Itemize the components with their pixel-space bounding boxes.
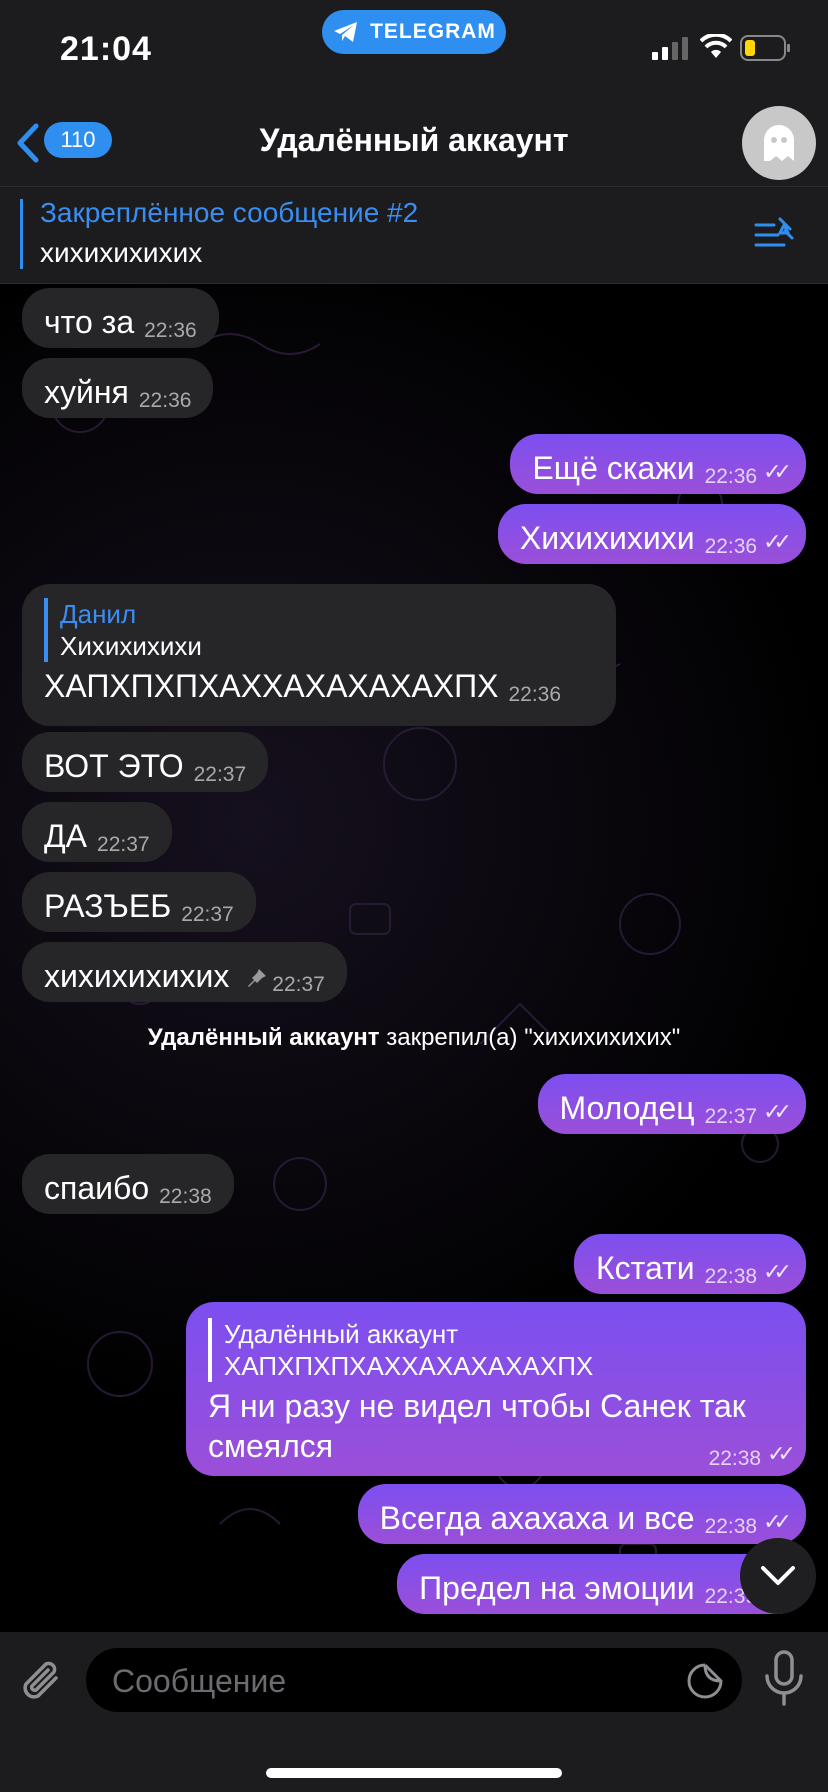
- message-text: хихихихихих: [44, 958, 230, 994]
- message-time: 22:38: [704, 1515, 758, 1538]
- message-text: Всегда ахахаха и все: [379, 1500, 695, 1536]
- telegram-label: TELEGRAM: [370, 20, 496, 43]
- message-incoming-pinned[interactable]: хихихихихих 22:37: [22, 942, 347, 1002]
- read-ticks-icon: ✓✓: [763, 1509, 792, 1534]
- scroll-to-bottom-button[interactable]: [740, 1538, 816, 1614]
- pinned-list-icon[interactable]: [754, 215, 796, 251]
- message-incoming[interactable]: что за 22:36: [22, 288, 219, 348]
- service-message: Удалённый аккаунт закрепил(а) "хихихихих…: [0, 1024, 828, 1052]
- message-composer: [0, 1632, 828, 1792]
- read-ticks-icon: ✓✓: [763, 1099, 792, 1124]
- message-text: Кстати: [596, 1250, 695, 1286]
- read-ticks-icon: ✓✓: [763, 529, 792, 554]
- message-time: 22:37: [704, 1105, 758, 1128]
- message-text: ДА: [44, 818, 88, 854]
- message-time: 22:36: [144, 319, 197, 342]
- read-ticks-icon: ✓✓: [763, 1259, 792, 1284]
- message-time: 22:36: [704, 465, 758, 488]
- pinned-message-bar[interactable]: Закреплённое сообщение #2 хихихихихих: [0, 186, 828, 284]
- reply-quote[interactable]: Удалённый аккаунт ХАПХПХПХАХХАХАХАХАХПХ: [208, 1318, 788, 1382]
- message-text: РАЗЪЕБ: [44, 888, 172, 924]
- message-text: что за: [44, 304, 135, 340]
- message-outgoing[interactable]: Всегда ахахаха и все 22:38 ✓✓: [357, 1484, 806, 1544]
- message-time: 22:37: [181, 903, 234, 926]
- wifi-icon: [700, 34, 732, 58]
- message-time: 22:36: [508, 683, 562, 706]
- battery-icon: [740, 35, 790, 61]
- message-text: ВОТ ЭТО: [44, 748, 184, 784]
- back-button-unread-badge[interactable]: 110: [44, 122, 112, 158]
- message-outgoing-reply[interactable]: Удалённый аккаунт ХАПХПХПХАХХАХАХАХАХПХ …: [186, 1302, 806, 1476]
- service-actor: Удалённый аккаунт: [147, 1024, 380, 1051]
- message-text-line: смеялся: [208, 1428, 334, 1464]
- reply-author: Удалённый аккаунт: [224, 1319, 459, 1349]
- message-time: 22:38: [704, 1265, 758, 1288]
- status-time: 21:04: [60, 30, 152, 68]
- scroll-down-icon: [761, 1566, 795, 1585]
- message-text: Молодец: [559, 1090, 695, 1126]
- message-text: Ещё скажи: [532, 450, 695, 486]
- chat-header: 110 Удалённый аккаунт: [0, 100, 828, 186]
- chat-title[interactable]: Удалённый аккаунт: [200, 122, 628, 159]
- message-outgoing[interactable]: Кстати 22:38 ✓✓: [574, 1234, 806, 1294]
- read-ticks-icon: ✓✓: [763, 459, 792, 484]
- status-bar: 21:04 TELEGRAM: [0, 0, 828, 100]
- message-incoming[interactable]: хуйня 22:36: [22, 358, 214, 418]
- pinned-indicator: [20, 199, 23, 269]
- telegram-return-pill[interactable]: TELEGRAM: [322, 10, 506, 54]
- message-incoming[interactable]: РАЗЪЕБ 22:37: [22, 872, 256, 932]
- reply-text: Хихихихихи: [60, 631, 202, 661]
- message-time: 22:36: [138, 389, 192, 412]
- reply-quote[interactable]: Данил Хихихихихи: [44, 598, 594, 662]
- avatar[interactable]: [742, 106, 816, 180]
- telegram-icon: [334, 22, 358, 42]
- message-outgoing[interactable]: Ещё скажи 22:36 ✓✓: [510, 434, 806, 494]
- message-outgoing[interactable]: Хихихихихи 22:36 ✓✓: [497, 504, 806, 564]
- home-indicator[interactable]: [266, 1768, 562, 1778]
- message-time: 22:36: [704, 535, 758, 558]
- message-time: 22:37: [97, 833, 150, 856]
- pinned-title: Закреплённое сообщение #2: [40, 197, 419, 228]
- message-outgoing[interactable]: Молодец 22:37 ✓✓: [537, 1074, 806, 1134]
- message-list[interactable]: что за 22:36 хуйня 22:36 Ещё скажи 22:36 ✓✓ …: [0, 284, 828, 1632]
- reply-text: ХАПХПХПХАХХАХАХАХАХПХ: [224, 1351, 594, 1381]
- message-text-line: Я ни разу не видел чтобы Санек так: [208, 1388, 746, 1424]
- sticker-icon[interactable]: [686, 1662, 724, 1700]
- pinned-text: хихихихихих: [40, 237, 203, 268]
- cellular-icon: [652, 37, 688, 60]
- message-text: Хихихихихи: [519, 520, 695, 556]
- read-ticks-icon: ✓✓: [767, 1441, 796, 1466]
- back-chevron-icon[interactable]: [14, 122, 42, 164]
- ghost-icon: [764, 125, 794, 161]
- message-time: 22:37: [272, 973, 325, 996]
- pin-icon: [248, 969, 267, 987]
- message-incoming[interactable]: спаибо 22:38: [22, 1154, 234, 1214]
- message-time: 22:38: [159, 1185, 212, 1208]
- message-time: 22:38: [708, 1447, 762, 1470]
- attach-icon[interactable]: [18, 1656, 66, 1706]
- message-text: спаибо: [44, 1170, 150, 1206]
- message-input-field[interactable]: [86, 1648, 742, 1712]
- message-text: ХАПХПХПХАХХАХАХАХАХПХ: [44, 668, 499, 704]
- message-text: Предел на эмоции: [419, 1570, 695, 1606]
- message-incoming-reply[interactable]: Данил Хихихихихи ХАПХПХПХАХХАХАХАХАХПХ 22…: [22, 584, 616, 726]
- message-input[interactable]: [110, 1660, 654, 1702]
- message-incoming[interactable]: ДА 22:37: [22, 802, 172, 862]
- reply-author: Данил: [60, 599, 137, 629]
- service-action: закрепил(а) "хихихихихих": [386, 1024, 681, 1051]
- message-text: хуйня: [44, 374, 129, 410]
- message-incoming[interactable]: ВОТ ЭТО 22:37: [22, 732, 269, 792]
- microphone-icon[interactable]: [762, 1650, 806, 1708]
- message-time: 22:37: [193, 763, 247, 786]
